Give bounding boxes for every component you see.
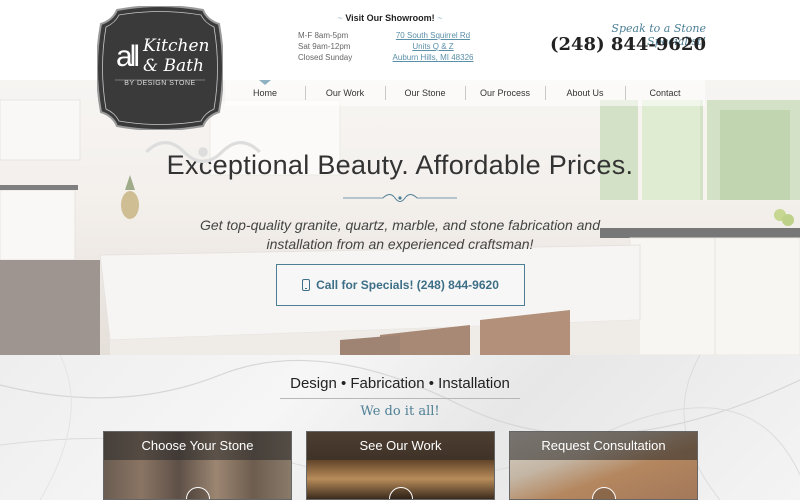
request-consultation-card[interactable]: Request Consultation [509,431,698,500]
logo-all-text: all [116,40,140,73]
nav-our-work[interactable]: Our Work [305,80,385,106]
ornamental-divider-icon [343,194,457,202]
hero-headline: Exceptional Beauty. Affordable Prices. [166,150,634,180]
flourish-left-icon: ~ [337,13,343,23]
logo-bath-text: & Bath [143,56,204,76]
flourish-right-icon: ~ [437,13,443,23]
card-title: Choose Your Stone [104,432,291,460]
section-divider [280,398,520,399]
services-title: Design • Fabrication • Installation [290,375,510,392]
card-title: Request Consultation [510,432,697,460]
showroom-address-link[interactable]: 70 South Squirrel Rd Units Q & Z Auburn … [385,30,481,63]
showroom-hours: M-F 8am-5pm Sat 9am-12pm Closed Sunday [298,31,353,62]
card-title: See Our Work [307,432,494,460]
logo-subtitle: BY DESIGN STONE [124,80,196,87]
nav-about-us[interactable]: About Us [545,80,625,106]
hero-subtext: Get top-quality granite, quartz, marble,… [199,217,600,252]
services-subtitle: We do it all! [360,404,440,419]
flourish-icon [145,140,261,164]
site-logo[interactable]: all Kitchen & Bath BY DESIGN STONE [97,6,261,164]
main-nav: Home Our Work Our Stone Our Process Abou… [225,80,705,106]
call-for-specials-button[interactable]: Call for Specials! (248) 844-9620 [276,264,525,306]
nav-our-process[interactable]: Our Process [465,80,545,106]
logo-kitchen-text: Kitchen [143,36,210,56]
see-our-work-card[interactable]: See Our Work [306,431,495,500]
choose-your-stone-card[interactable]: Choose Your Stone [103,431,292,500]
showroom-title: ~ Visit Our Showroom! ~ [337,13,443,23]
nav-contact[interactable]: Contact [625,80,705,106]
header-phone-link[interactable]: (248) 844-9620 [540,34,706,55]
mobile-phone-icon [302,279,311,291]
nav-our-stone[interactable]: Our Stone [385,80,465,106]
